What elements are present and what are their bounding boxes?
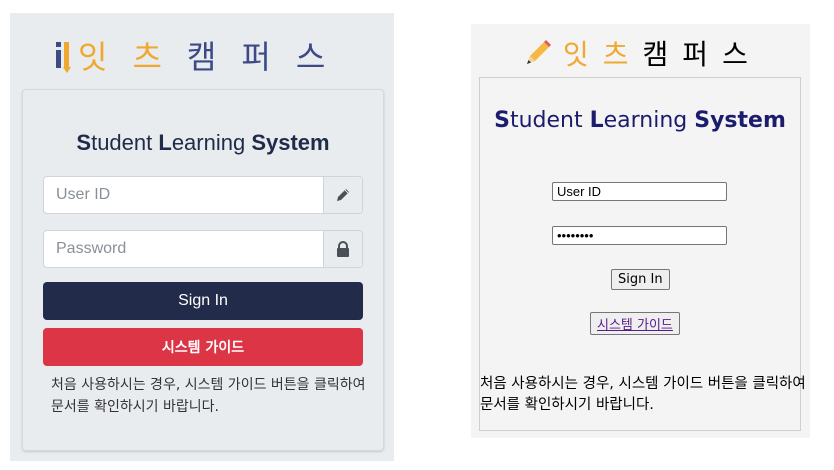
password-input[interactable] bbox=[44, 231, 323, 267]
title-part: L bbox=[589, 108, 604, 133]
title-part: earning bbox=[603, 108, 695, 133]
logo-char: 퍼 bbox=[682, 38, 709, 71]
signin-button[interactable]: Sign In bbox=[43, 282, 363, 320]
login-panel-plain: 잇 츠 캠 퍼 스 Student Learning System Sign I… bbox=[471, 24, 810, 438]
logo-char: 캠 bbox=[186, 38, 217, 76]
system-guide-button[interactable]: 시스템 가이드 bbox=[590, 312, 680, 335]
help-note: 처음 사용하시는 경우, 시스템 가이드 버튼을 클릭하여 문서를 확인하시기 … bbox=[480, 376, 806, 413]
userid-input[interactable] bbox=[44, 177, 323, 213]
logo-char: 잇 bbox=[78, 38, 108, 76]
title-part: tudent bbox=[509, 108, 590, 133]
password-input[interactable] bbox=[552, 226, 727, 245]
title-part: S bbox=[76, 130, 92, 155]
login-form-box: Student Learning System Sign In 시스템 가이드 … bbox=[479, 77, 806, 431]
logo-mark-icon bbox=[54, 38, 72, 73]
login-card: Student Learning System Sign In 시스템 가이드 … bbox=[22, 89, 384, 451]
title-part: System bbox=[251, 130, 330, 155]
logo-char: 캠 bbox=[642, 38, 669, 71]
title-part: earning bbox=[171, 130, 252, 155]
title-part: tudent bbox=[91, 130, 159, 155]
logo-char: 퍼 bbox=[241, 38, 271, 76]
page-title: Student Learning System bbox=[480, 108, 800, 133]
brand-logo: 잇 츠 캠 퍼 스 bbox=[523, 32, 748, 74]
pencil-icon bbox=[323, 177, 362, 213]
brand-logo: 잇 츠 캠 퍼 스 bbox=[54, 33, 325, 77]
logo-char: 츠 bbox=[132, 38, 162, 76]
title-part: S bbox=[494, 108, 510, 133]
userid-input[interactable] bbox=[552, 182, 727, 201]
pencil-emoji-icon bbox=[523, 38, 553, 68]
page-title: Student Learning System bbox=[23, 130, 383, 156]
userid-field-group bbox=[43, 176, 363, 214]
title-part: System bbox=[694, 108, 786, 133]
system-guide-button[interactable]: 시스템 가이드 bbox=[43, 328, 363, 366]
title-part: L bbox=[158, 130, 172, 155]
lock-icon bbox=[323, 231, 362, 267]
logo-char: 잇 bbox=[563, 38, 589, 71]
logo-char: 츠 bbox=[602, 38, 629, 71]
logo-char: 스 bbox=[295, 38, 326, 76]
logo-char: 스 bbox=[722, 38, 748, 71]
password-field-group bbox=[43, 230, 363, 268]
login-panel-styled: 잇 츠 캠 퍼 스 Student Learning System Sign I… bbox=[10, 13, 394, 461]
signin-button[interactable]: Sign In bbox=[611, 269, 670, 290]
help-note: 처음 사용하시는 경우, 시스템 가이드 버튼을 클릭하여 문서를 확인하시기 … bbox=[51, 377, 366, 415]
